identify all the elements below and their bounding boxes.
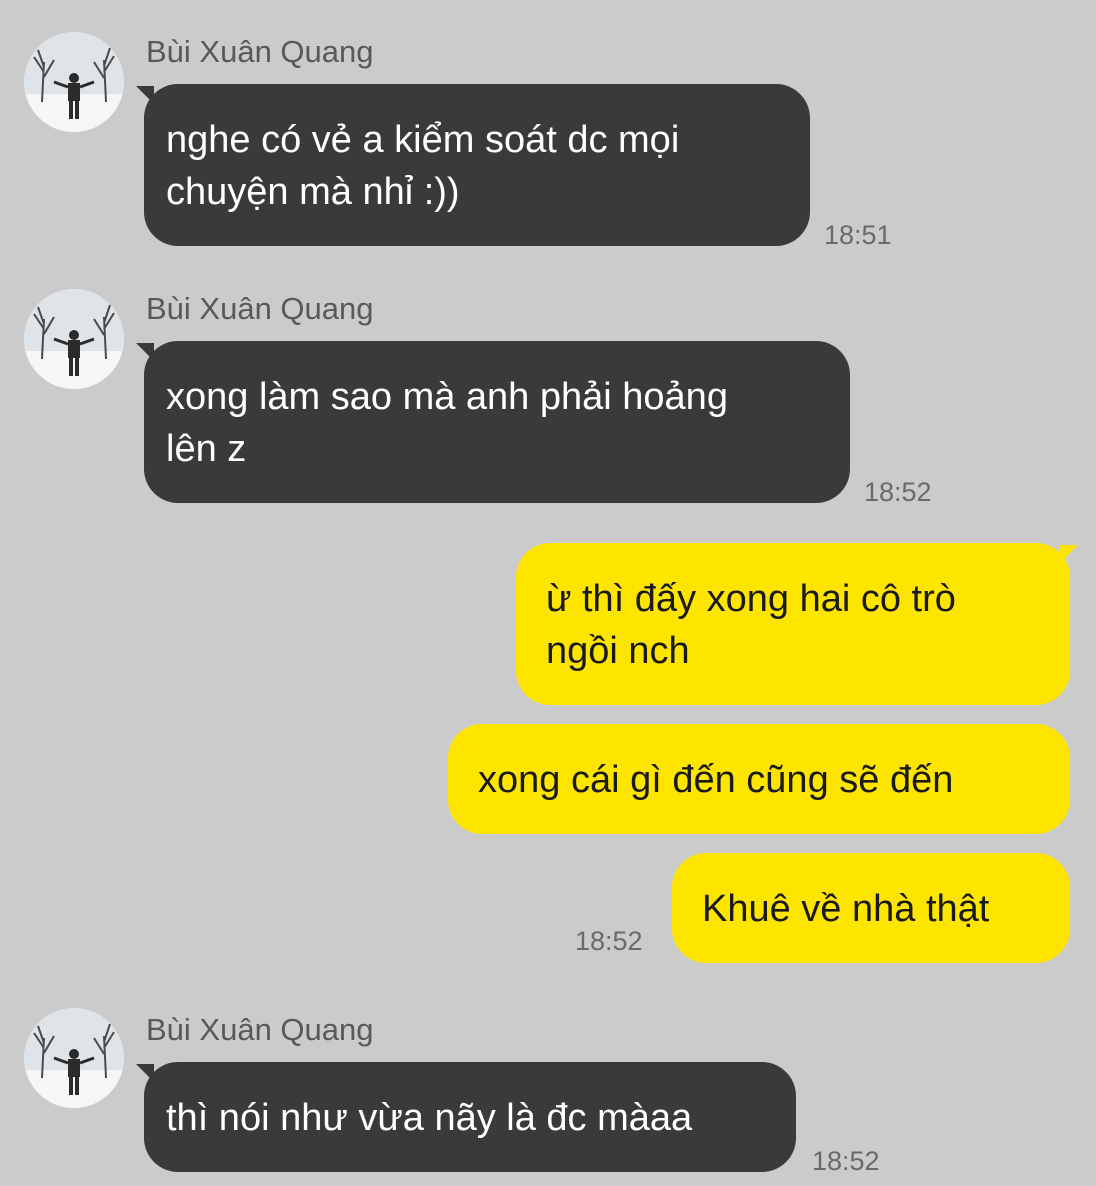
profile-photo-icon (24, 32, 124, 132)
sender-name: Bùi Xuân Quang (146, 1012, 374, 1047)
message-timestamp: 18:52 (812, 1146, 880, 1176)
contact-avatar[interactable] (24, 289, 124, 389)
message-bubble-outgoing[interactable]: xong cái gì đến cũng sẽ đến (448, 724, 1070, 834)
profile-photo-icon (24, 1008, 124, 1108)
message-bubble-outgoing[interactable]: Khuê về nhà thật (672, 853, 1070, 963)
message-timestamp: 18:51 (824, 220, 892, 250)
sender-name: Bùi Xuân Quang (146, 34, 374, 69)
profile-photo-icon (24, 289, 124, 389)
message-timestamp: 18:52 (864, 477, 932, 507)
sender-name: Bùi Xuân Quang (146, 291, 374, 326)
message-bubble-incoming[interactable]: xong làm sao mà anh phải hoảng lên z (144, 341, 850, 503)
contact-avatar[interactable] (24, 32, 124, 132)
message-bubble-incoming[interactable]: thì nói như vừa nãy là đc màaa (144, 1062, 796, 1172)
message-timestamp: 18:52 (575, 926, 643, 956)
message-bubble-incoming[interactable]: nghe có vẻ a kiểm soát dc mọi chuyện mà … (144, 84, 810, 246)
message-bubble-outgoing[interactable]: ừ thì đấy xong hai cô trò ngồi nch (516, 543, 1070, 705)
contact-avatar[interactable] (24, 1008, 124, 1108)
